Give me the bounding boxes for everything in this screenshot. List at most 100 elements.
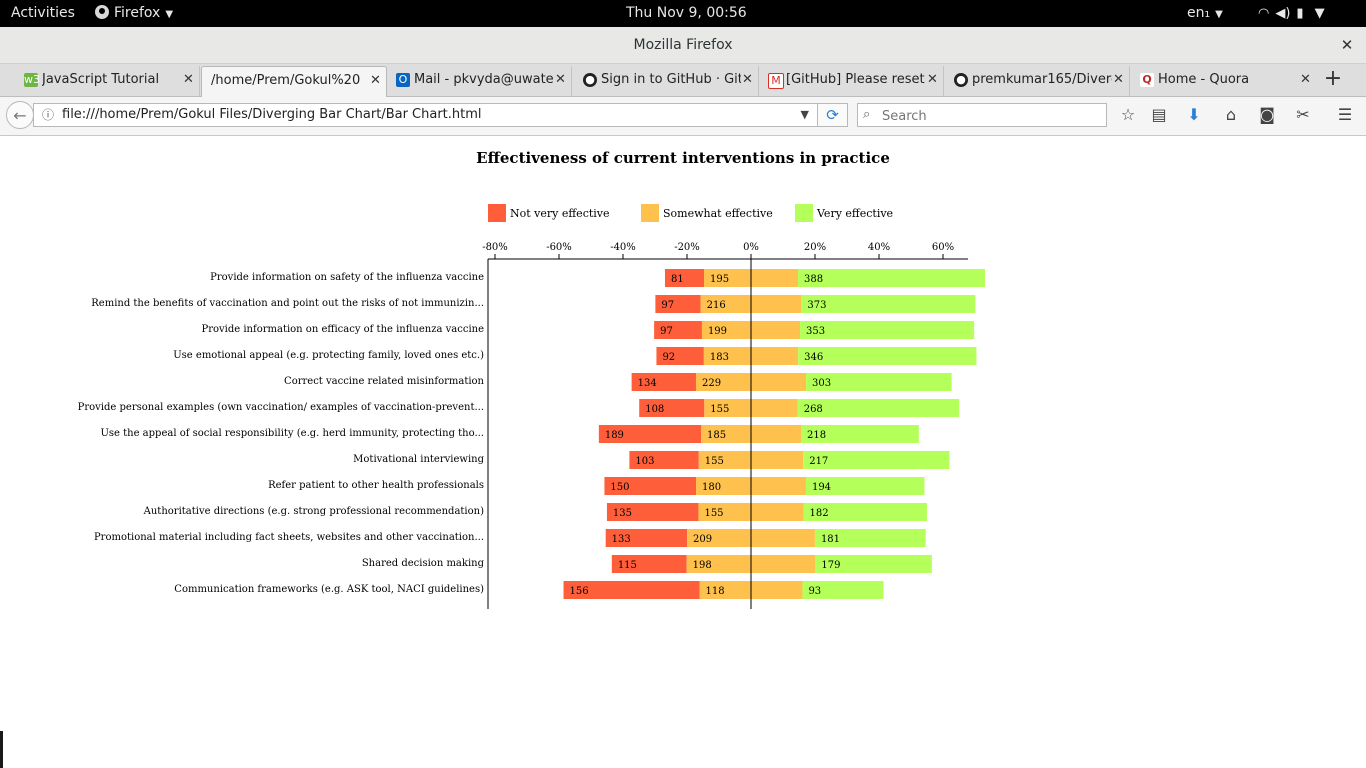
close-window-button[interactable]: ✕ xyxy=(1340,27,1354,63)
bar-value-label: 216 xyxy=(707,300,726,311)
bar-value-label: 388 xyxy=(804,274,823,285)
category-label: Remind the benefits of vaccination and p… xyxy=(91,298,484,309)
keyboard-layout-label: en₁ xyxy=(1187,5,1211,21)
legend-label: Very effective xyxy=(816,207,893,220)
bar-value-label: 81 xyxy=(671,274,684,285)
tab-mail[interactable]: O Mail - pkvyda@uwater ✕ xyxy=(392,66,572,96)
chevron-down-icon: ▼ xyxy=(1215,9,1223,20)
back-button[interactable]: ← xyxy=(6,101,34,129)
wifi-icon: ◠ xyxy=(1258,6,1270,21)
chart-legend: Not very effective Somewhat effective Very… xyxy=(488,204,893,222)
bar-value-label: 198 xyxy=(693,560,712,571)
tab-github-repo[interactable]: ● premkumar165/Diverg ✕ xyxy=(950,66,1130,96)
bar-value-label: 155 xyxy=(710,404,729,415)
category-label: Provide information on efficacy of the i… xyxy=(201,324,484,335)
tab-label: Home - Quora xyxy=(1158,72,1250,87)
w3-icon: w3 xyxy=(24,73,40,87)
bar-value-label: 209 xyxy=(693,534,712,545)
category-label: Promotional material including fact shee… xyxy=(94,532,484,543)
bar-value-label: 97 xyxy=(661,300,674,311)
bar-value-label: 268 xyxy=(804,404,823,415)
window-title-bar: Mozilla Firefox ✕ xyxy=(0,27,1366,64)
diverging-bar-chart: Effectiveness of current interventions i… xyxy=(78,149,985,609)
category-label: Shared decision making xyxy=(362,558,485,569)
x-tick-label: 0% xyxy=(743,242,759,253)
bookmarks-library-icon[interactable]: ▤ xyxy=(1147,103,1171,127)
search-input[interactable] xyxy=(880,105,1104,127)
activities-button[interactable]: Activities xyxy=(11,0,75,27)
close-tab-icon[interactable]: ✕ xyxy=(927,66,938,94)
search-bar[interactable]: ⌕ xyxy=(857,103,1107,127)
category-label: Communication frameworks (e.g. ASK tool,… xyxy=(174,584,484,595)
hamburger-menu-icon[interactable]: ☰ xyxy=(1333,103,1357,127)
bar-value-label: 182 xyxy=(810,508,829,519)
close-tab-icon[interactable]: ✕ xyxy=(1113,66,1124,94)
tab-label: Mail - pkvyda@uwater xyxy=(414,72,554,87)
x-tick-label: -60% xyxy=(546,242,572,253)
tab-quora[interactable]: Q Home - Quora ✕ xyxy=(1136,66,1316,96)
info-icon[interactable]: ⓘ xyxy=(42,104,54,126)
bar-value-label: 181 xyxy=(821,534,840,545)
reload-button[interactable]: ⟳ xyxy=(818,103,848,127)
close-tab-icon[interactable]: ✕ xyxy=(183,66,194,94)
app-menu-label: Firefox xyxy=(114,5,161,21)
tab-javascript-tutorial[interactable]: w3 JavaScript Tutorial ✕ xyxy=(20,66,200,96)
tab-github-signin[interactable]: ● Sign in to GitHub · Git ✕ xyxy=(579,66,759,96)
github-icon: ● xyxy=(954,73,968,87)
navigation-bar: ← ⓘ file:///home/Prem/Gokul Files/Diverg… xyxy=(0,97,1366,136)
x-axis: -80% -60% -40% -20% 0% 20% 40% 60% xyxy=(482,242,968,260)
bar-value-label: 108 xyxy=(645,404,664,415)
bar-value-label: 218 xyxy=(807,430,826,441)
close-tab-icon[interactable]: ✕ xyxy=(742,66,753,94)
bar-value-label: 185 xyxy=(707,430,726,441)
bar-segment xyxy=(797,269,985,287)
app-menu[interactable]: Firefox ▼ xyxy=(95,0,173,27)
bar-value-label: 217 xyxy=(809,456,828,467)
github-icon: ● xyxy=(583,73,597,87)
x-tick-label: -80% xyxy=(482,242,508,253)
category-label: Use emotional appeal (e.g. protecting fa… xyxy=(173,350,484,361)
bookmark-star-icon[interactable]: ☆ xyxy=(1116,103,1140,127)
extension-icon[interactable]: ✂ xyxy=(1291,103,1315,127)
bar-value-label: 195 xyxy=(710,274,729,285)
bar-value-label: 353 xyxy=(806,326,825,337)
x-tick-label: 20% xyxy=(804,242,826,253)
bar-value-label: 118 xyxy=(706,586,725,597)
bar-segment xyxy=(798,347,977,365)
legend-label: Somewhat effective xyxy=(663,207,773,220)
download-icon[interactable]: ⬇ xyxy=(1182,103,1206,127)
close-tab-icon[interactable]: ✕ xyxy=(1300,66,1311,94)
x-tick-label: -20% xyxy=(674,242,700,253)
close-tab-icon[interactable]: ✕ xyxy=(370,67,381,95)
gnome-top-bar: Activities Firefox ▼ Thu Nov 9, 00:56 en₁… xyxy=(0,0,1366,27)
new-tab-button[interactable]: + xyxy=(1320,64,1346,96)
system-menu[interactable]: ◠ ◀) ▮ ▼ xyxy=(1258,0,1358,27)
chart-title: Effectiveness of current interventions i… xyxy=(476,149,890,167)
y-axis-labels: Provide information on safety of the inf… xyxy=(78,272,485,595)
pocket-icon[interactable]: ◙ xyxy=(1255,103,1279,127)
bar-value-label: 373 xyxy=(807,300,826,311)
clock[interactable]: Thu Nov 9, 00:56 xyxy=(626,0,747,27)
bar-value-label: 115 xyxy=(618,560,637,571)
home-icon[interactable]: ⌂ xyxy=(1219,103,1243,127)
chevron-down-icon[interactable]: ▼ xyxy=(801,104,809,126)
tab-github-reset[interactable]: M [GitHub] Please reset ✕ xyxy=(764,66,944,96)
url-text[interactable]: file:///home/Prem/Gokul Files/Diverging … xyxy=(62,104,482,126)
bar-value-label: 194 xyxy=(812,482,831,493)
legend-swatch xyxy=(641,204,659,222)
volume-icon: ◀) xyxy=(1275,6,1291,21)
search-icon: ⌕ xyxy=(863,107,871,122)
legend-swatch xyxy=(795,204,813,222)
tab-bar-chart-file[interactable]: /home/Prem/Gokul%20Fil ✕ xyxy=(201,66,387,97)
url-bar[interactable]: ⓘ file:///home/Prem/Gokul Files/Divergin… xyxy=(33,103,818,127)
bar-value-label: 97 xyxy=(660,326,673,337)
close-tab-icon[interactable]: ✕ xyxy=(555,66,566,94)
window-title: Mozilla Firefox xyxy=(633,37,733,53)
tab-label: Sign in to GitHub · Git xyxy=(601,72,741,87)
bar-value-label: 155 xyxy=(705,456,724,467)
battery-icon: ▮ xyxy=(1296,6,1304,21)
bar-value-label: 156 xyxy=(570,586,589,597)
keyboard-layout-indicator[interactable]: en₁ ▼ xyxy=(1187,0,1223,27)
tab-label: premkumar165/Diverg xyxy=(972,72,1112,87)
category-label: Use the appeal of social responsibility … xyxy=(100,428,484,439)
